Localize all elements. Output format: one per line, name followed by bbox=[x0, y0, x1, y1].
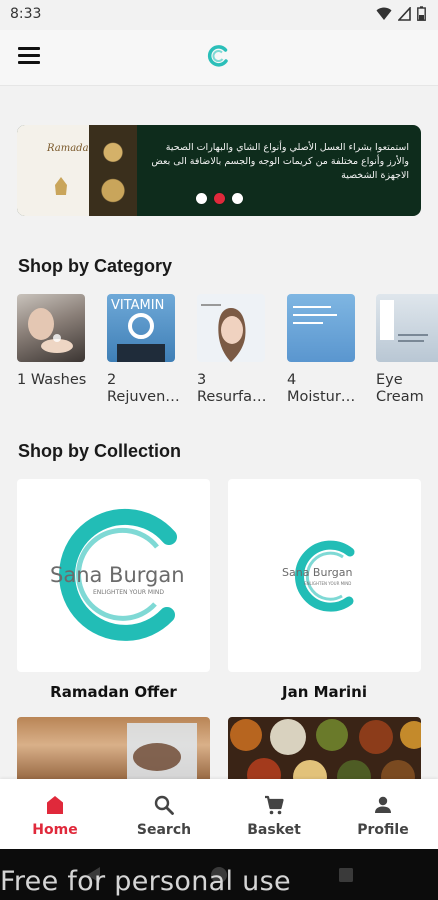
carousel-dot[interactable] bbox=[196, 193, 207, 204]
banner-arabic-text: استمتعوا بشراء العسل الأصلي وأنواع الشاي… bbox=[151, 142, 409, 181]
category-thumb-resurface bbox=[197, 294, 265, 362]
collection-name[interactable]: Jan Marini bbox=[228, 683, 421, 701]
nav-basket[interactable]: Basket bbox=[224, 793, 324, 838]
banner-crescent-image bbox=[17, 125, 97, 216]
profile-icon bbox=[375, 796, 391, 813]
wifi-icon bbox=[376, 7, 392, 20]
category-thumb-vitamin: VITAMIN bbox=[107, 294, 175, 362]
crescent-moon-icon bbox=[30, 139, 79, 206]
nav-home-label: Home bbox=[32, 822, 78, 838]
category-item-moisturize[interactable]: 4 Moistur… bbox=[287, 294, 357, 406]
home-icon bbox=[47, 796, 63, 814]
nav-profile[interactable]: Profile bbox=[333, 793, 433, 838]
collection-brand-name: Sana Burgan bbox=[50, 563, 185, 587]
category-thumb-eye-cream bbox=[376, 294, 438, 362]
collection-card-ramadan-offer[interactable]: Sana Burgan ENLIGHTEN YOUR MIND bbox=[17, 479, 210, 672]
collection-card-jan-marini[interactable]: Sana Burgan ENLIGHTEN YOUR MIND bbox=[228, 479, 421, 672]
category-label: 3 Resurfa… bbox=[197, 372, 267, 405]
carousel-dot[interactable] bbox=[232, 193, 243, 204]
category-thumb-moisturize bbox=[287, 294, 355, 362]
carousel-dot-active[interactable] bbox=[214, 193, 225, 204]
carousel-indicators bbox=[196, 193, 243, 204]
category-label: 1 Washes bbox=[17, 372, 87, 388]
signal-icon bbox=[398, 6, 411, 21]
collection-card-spices[interactable] bbox=[228, 717, 421, 787]
category-label: Eye Cream bbox=[376, 372, 424, 405]
category-section-title: Shop by Category bbox=[18, 256, 173, 276]
status-bar: 8:33 bbox=[0, 0, 438, 30]
brand-logo-icon[interactable] bbox=[206, 44, 230, 68]
category-label: 4 Moistur… bbox=[287, 372, 356, 405]
category-thumb-washes bbox=[17, 294, 85, 362]
status-time: 8:33 bbox=[10, 6, 42, 22]
category-item-rejuvenate[interactable]: VITAMIN 2 Rejuven… bbox=[107, 294, 180, 406]
nav-profile-label: Profile bbox=[357, 822, 409, 838]
status-icons bbox=[376, 6, 426, 21]
nav-search[interactable]: Search bbox=[114, 793, 214, 838]
app-bar bbox=[0, 30, 438, 86]
collection-card-honey[interactable] bbox=[17, 717, 210, 787]
menu-icon[interactable] bbox=[18, 47, 40, 65]
category-label: 2 Rejuven… bbox=[107, 372, 180, 405]
category-item-eye-cream[interactable]: Eye Cream bbox=[376, 294, 438, 406]
collection-brand-tagline: ENLIGHTEN YOUR MIND bbox=[93, 589, 164, 596]
category-item-resurface[interactable]: 3 Resurfa… bbox=[197, 294, 267, 406]
category-item-washes[interactable]: 1 Washes bbox=[17, 294, 87, 389]
category-carousel[interactable]: 1 Washes VITAMIN 2 Rejuven… 3 Resurfa… 4… bbox=[17, 294, 438, 414]
bottom-navigation: Home Search Basket Profile bbox=[0, 779, 438, 849]
nav-home[interactable]: Home bbox=[5, 793, 105, 838]
banner-ornament bbox=[89, 125, 137, 216]
search-icon bbox=[154, 795, 174, 815]
recents-icon[interactable] bbox=[338, 867, 354, 883]
watermark-text: Free for personal use bbox=[0, 866, 291, 897]
battery-icon bbox=[417, 6, 426, 21]
basket-icon bbox=[265, 795, 284, 815]
nav-basket-label: Basket bbox=[247, 822, 301, 838]
collection-section-title: Shop by Collection bbox=[18, 441, 182, 461]
collection-brand-name: Sana Burgan bbox=[282, 566, 353, 579]
collection-name[interactable]: Ramadan Offer bbox=[17, 683, 210, 701]
nav-search-label: Search bbox=[136, 822, 192, 838]
collection-brand-tagline: ENLIGHTEN YOUR MIND bbox=[304, 581, 352, 586]
